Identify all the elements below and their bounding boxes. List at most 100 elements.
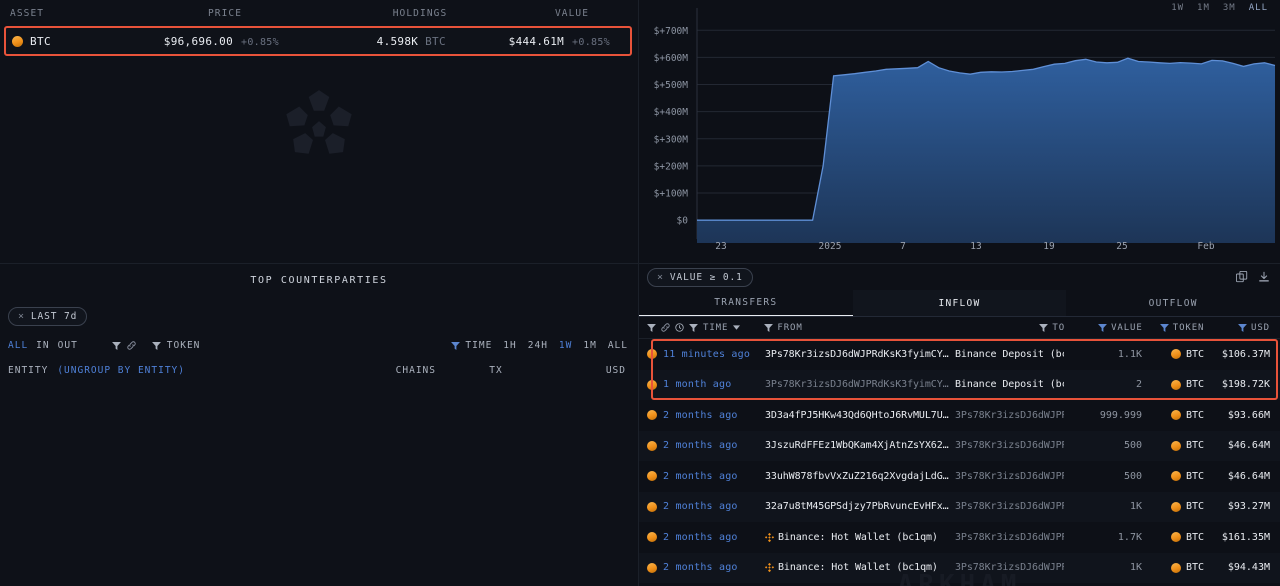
filter-icon[interactable] [647, 323, 656, 332]
transfer-time[interactable]: 2 months ago [663, 410, 765, 421]
chart-area-fill [697, 58, 1275, 244]
top-counterparties-panel: TOP COUNTERPARTIES × LAST 7d ALL IN OUT [0, 264, 638, 586]
from-column-header[interactable]: FROM [764, 323, 953, 333]
transfer-time[interactable]: 2 months ago [663, 471, 765, 482]
chip-label: VALUE ≥ 0.1 [669, 271, 743, 283]
btc-coin-icon [647, 471, 663, 482]
transfer-time[interactable]: 2 months ago [663, 440, 765, 451]
time-range-24h[interactable]: 24H [528, 340, 548, 351]
column-header-to: TO [1052, 322, 1066, 333]
column-header-value: VALUE [1111, 322, 1143, 333]
clock-icon[interactable] [675, 323, 684, 332]
time-range-1h[interactable]: 1H [503, 340, 516, 351]
download-icon[interactable] [1258, 271, 1270, 283]
transfer-value: 2 [1135, 379, 1142, 391]
close-icon[interactable]: × [18, 311, 25, 322]
transfer-token: BTC [1142, 379, 1204, 390]
counterparties-icon-group [111, 341, 136, 350]
last-7d-filter-chip[interactable]: × LAST 7d [8, 307, 88, 326]
left-column: ASSET PRICE HOLDINGS VALUE BTC $96,696.0… [0, 0, 639, 586]
transfer-from[interactable]: 3Ps78Kr3izsDJ6dWJPRdKsK3fyimCY… [765, 379, 955, 390]
transfer-token: BTC [1142, 440, 1204, 451]
link-icon[interactable] [127, 341, 136, 350]
transfer-row[interactable]: 2 months ago 3JszuRdFFEz1WbQKam4XjAtnZsYX… [639, 430, 1280, 461]
transfer-from[interactable]: 3D3a4fPJ5HKw43Qd6QHtoJ6RvMUL7U… [765, 410, 955, 421]
transfer-from[interactable]: 3Ps78Kr3izsDJ6dWJPRdKsK3fyimCY… [765, 349, 955, 360]
x-axis-tick-label: 7 [900, 241, 906, 252]
btc-coin-icon [647, 349, 663, 360]
transfer-value: 1K [1129, 562, 1142, 574]
transfer-row[interactable]: 11 minutes ago 3Ps78Kr3izsDJ6dWJPRdKsK3fy… [639, 339, 1280, 370]
portfolio-chart-panel: 1W 1M 3M ALL $0 $+100M $+200M $+300M $+400M $… [639, 0, 1280, 264]
transfer-token: BTC [1142, 562, 1204, 573]
filter-all[interactable]: ALL [8, 340, 28, 351]
usd-column-header[interactable]: USD [1204, 323, 1270, 333]
transfer-from[interactable]: Binance: Hot Wallet (bc1qm) [765, 532, 955, 543]
transfer-row[interactable]: 2 months ago 32a7u8tM45GPSdjzy7PbRvuncEvH… [639, 491, 1280, 522]
tab-outflow[interactable]: OUTFLOW [1066, 290, 1280, 316]
asset-row-btc[interactable]: BTC $96,696.00 +0.85% 4.598K BTC $444.61M… [4, 26, 632, 56]
filter-icon[interactable] [111, 341, 121, 350]
column-header-price[interactable]: PRICE [130, 8, 320, 19]
column-header-time[interactable]: TIME [703, 323, 728, 333]
transfer-to[interactable]: 3Ps78Kr3izsDJ6dWJPRdKsK3fyimCY… [955, 532, 1064, 543]
transfer-usd: $161.35M [1221, 531, 1270, 543]
time-filter[interactable]: TIME [451, 340, 492, 351]
counterparties-column-header: ENTITY (UNGROUP BY ENTITY) CHAINS TX USD [0, 365, 638, 376]
transfer-to[interactable]: Binance Deposit (bc1qp) [955, 349, 1064, 360]
transfer-row[interactable]: 2 months ago Binance: Hot Wallet (bc1qm) 3… [639, 522, 1280, 553]
filter-in[interactable]: IN [36, 340, 49, 351]
asset-table-header: ASSET PRICE HOLDINGS VALUE [0, 0, 638, 22]
close-icon[interactable]: × [657, 272, 664, 283]
transfer-time[interactable]: 2 months ago [663, 562, 765, 573]
transfer-usd: $106.37M [1221, 348, 1270, 360]
btc-coin-icon [647, 440, 663, 451]
column-header-asset[interactable]: ASSET [10, 8, 130, 19]
time-range-all[interactable]: ALL [608, 340, 628, 351]
holdings-unit: BTC [425, 34, 446, 48]
value-filter-chip[interactable]: × VALUE ≥ 0.1 [647, 267, 753, 287]
transfer-from[interactable]: 33uhW878fbvVxZuZ216q2XvgdajLdG… [765, 471, 955, 482]
filter-icon[interactable] [689, 323, 698, 332]
price-change: +0.85% [241, 36, 279, 48]
tab-inflow[interactable]: INFLOW [852, 290, 1067, 316]
transfer-to[interactable]: Binance Deposit (bc1qp) [955, 379, 1064, 390]
counterparties-chip-row: × LAST 7d [0, 286, 638, 326]
area-chart[interactable]: $0 $+100M $+200M $+300M $+400M $+500M $+600M $+… [639, 0, 1280, 264]
transfer-usd: $46.64M [1227, 440, 1270, 452]
transfer-usd: $198.72K [1221, 379, 1270, 391]
transfer-to[interactable]: 3Ps78Kr3izsDJ6dWJPRdKsK3fyimCY… [955, 440, 1064, 451]
transfer-time[interactable]: 1 month ago [663, 379, 765, 390]
tab-transfers[interactable]: TRANSFERS [639, 290, 853, 316]
transfer-time[interactable]: 11 minutes ago [663, 349, 765, 360]
price-value: $96,696.00 [163, 34, 234, 48]
transfers-toolbar: × VALUE ≥ 0.1 [639, 264, 1280, 290]
transfer-usd: $93.27M [1227, 501, 1270, 513]
link-icon[interactable] [661, 323, 670, 332]
btc-coin-icon [647, 410, 663, 421]
ungroup-by-entity-link[interactable]: (UNGROUP BY ENTITY) [57, 365, 185, 376]
chevron-down-icon[interactable] [733, 325, 741, 330]
copy-icon[interactable] [1236, 271, 1248, 283]
filter-out[interactable]: OUT [58, 340, 78, 351]
token-column-header[interactable]: TOKEN [1143, 323, 1205, 333]
transfer-to[interactable]: 3Ps78Kr3izsDJ6dWJPRdKsK3fyimCY… [955, 501, 1064, 512]
x-axis-tick-label: 13 [970, 241, 981, 252]
value-column-header[interactable]: VALUE [1065, 323, 1143, 333]
transfer-time[interactable]: 2 months ago [663, 532, 765, 543]
time-range-1m[interactable]: 1M [583, 340, 596, 351]
column-header-value[interactable]: VALUE [520, 8, 624, 19]
transfer-from[interactable]: 32a7u8tM45GPSdjzy7PbRvuncEvHFx… [765, 501, 955, 512]
transfer-row[interactable]: 1 month ago 3Ps78Kr3izsDJ6dWJPRdKsK3fyimC… [639, 369, 1280, 400]
transfer-to[interactable]: 3Ps78Kr3izsDJ6dWJPRdKsK3fyimCY… [955, 410, 1064, 421]
to-column-header[interactable]: TO [953, 323, 1065, 333]
transfer-token: BTC [1142, 501, 1204, 512]
time-range-1w[interactable]: 1W [559, 340, 572, 351]
transfer-to[interactable]: 3Ps78Kr3izsDJ6dWJPRdKsK3fyimCY… [955, 471, 1064, 482]
transfer-row[interactable]: 2 months ago 33uhW878fbvVxZuZ216q2XvgdajL… [639, 461, 1280, 492]
token-filter[interactable]: TOKEN [151, 340, 201, 351]
column-header-holdings[interactable]: HOLDINGS [320, 8, 520, 19]
transfer-time[interactable]: 2 months ago [663, 501, 765, 512]
transfer-row[interactable]: 2 months ago 3D3a4fPJ5HKw43Qd6QHtoJ6RvMUL… [639, 400, 1280, 431]
transfer-from[interactable]: 3JszuRdFFEz1WbQKam4XjAtnZsYX62… [765, 440, 955, 451]
